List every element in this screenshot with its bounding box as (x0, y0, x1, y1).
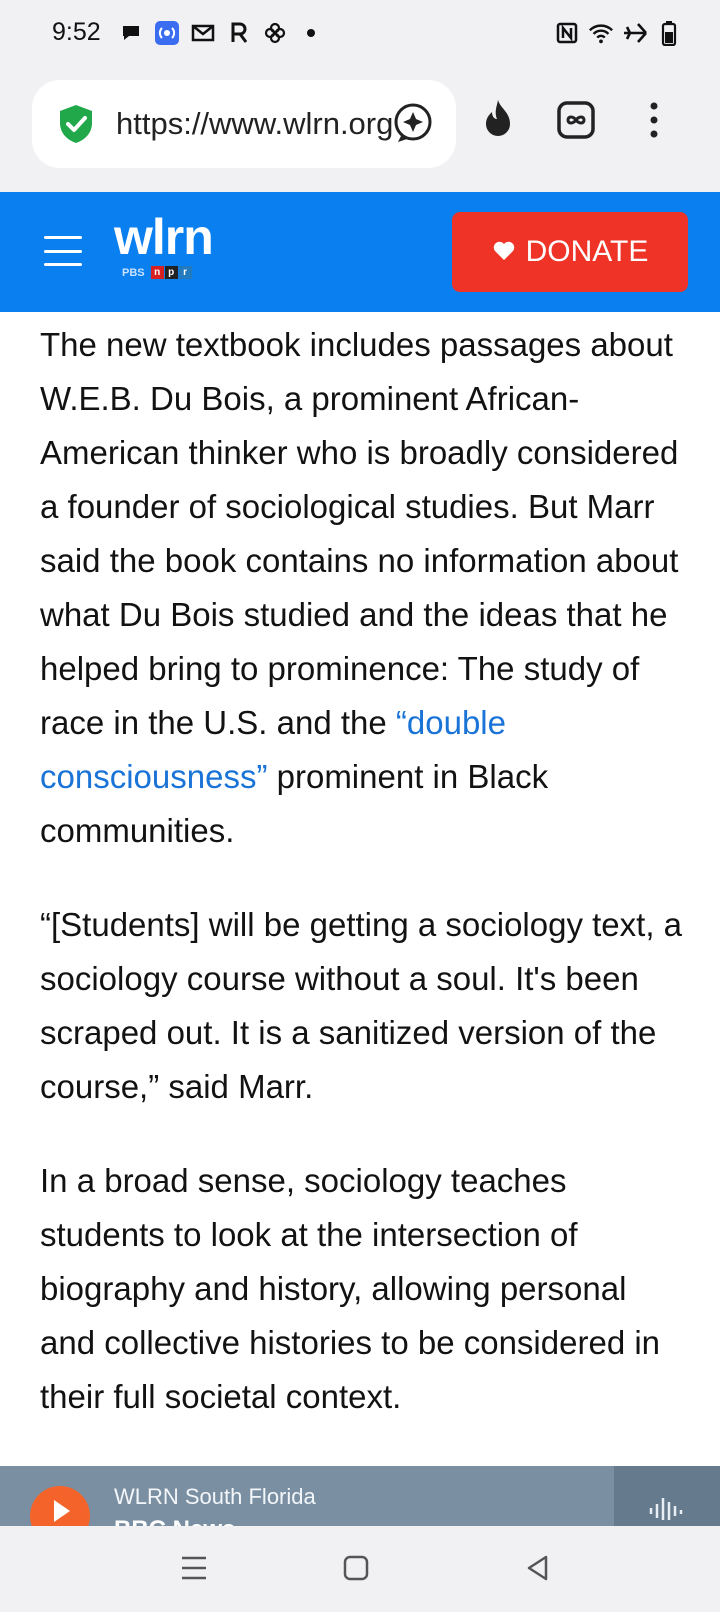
notification-icons (118, 18, 324, 48)
wlrn-logo[interactable]: wlrn PBS n p r (114, 208, 224, 284)
flame-icon[interactable] (474, 96, 522, 144)
article-paragraph: The new textbook includes passages about… (40, 318, 690, 858)
article-body: The new textbook includes passages about… (40, 318, 690, 1424)
podcast-app-icon (154, 20, 180, 46)
audio-wave-icon[interactable] (614, 1466, 720, 1526)
pinwheel-icon (262, 20, 288, 46)
logo-affiliations: PBS n p r (122, 266, 192, 279)
audio-player[interactable]: WLRN South Florida BBC News (0, 1466, 720, 1526)
airplane-icon (622, 20, 648, 46)
npr-letter: p (164, 266, 178, 279)
status-bar: 9:52 (0, 0, 720, 66)
npr-logo: n p r (150, 266, 192, 279)
shield-check-icon[interactable] (54, 102, 98, 146)
system-nav-bar (0, 1526, 720, 1612)
home-icon[interactable] (336, 1548, 376, 1588)
dot-icon (298, 20, 324, 46)
chat-bubble-icon (118, 20, 144, 46)
site-header: wlrn PBS n p r DONATE (0, 192, 720, 312)
wifi-icon (588, 20, 614, 46)
pbs-label: PBS (122, 266, 145, 279)
back-icon[interactable] (518, 1548, 558, 1588)
url-text[interactable]: https://www.wlrn.org/2023/08/ (116, 106, 392, 142)
article-paragraph: “[Students] will be getting a sociology … (40, 906, 683, 1105)
system-icons (554, 18, 682, 48)
r-app-icon (226, 20, 252, 46)
more-vert-icon[interactable] (630, 96, 678, 144)
sparkle-chat-icon[interactable] (390, 100, 436, 146)
npr-letter: r (178, 266, 192, 279)
station-name: WLRN South Florida (114, 1484, 316, 1509)
donate-button[interactable]: DONATE (452, 212, 688, 292)
npr-letter: n (150, 266, 164, 279)
paragraph-text: The new textbook includes passages about… (40, 326, 679, 741)
battery-icon (656, 20, 682, 46)
menu-icon[interactable] (44, 236, 82, 266)
address-bar[interactable]: https://www.wlrn.org/2023/08/ (32, 80, 456, 168)
heart-icon (492, 235, 516, 269)
donate-label: DONATE (525, 235, 649, 268)
tab-switcher-icon[interactable] (552, 96, 600, 144)
browser-toolbar: https://www.wlrn.org/2023/08/ (0, 66, 720, 192)
recents-icon[interactable] (174, 1548, 214, 1588)
status-time: 9:52 (52, 18, 101, 46)
article-paragraph: In a broad sense, sociology teaches stud… (40, 1162, 661, 1415)
logo-text: wlrn (114, 209, 214, 265)
gmail-icon (190, 20, 216, 46)
play-icon[interactable] (30, 1486, 90, 1526)
now-playing: BBC News (114, 1516, 235, 1526)
nfc-icon (554, 20, 580, 46)
